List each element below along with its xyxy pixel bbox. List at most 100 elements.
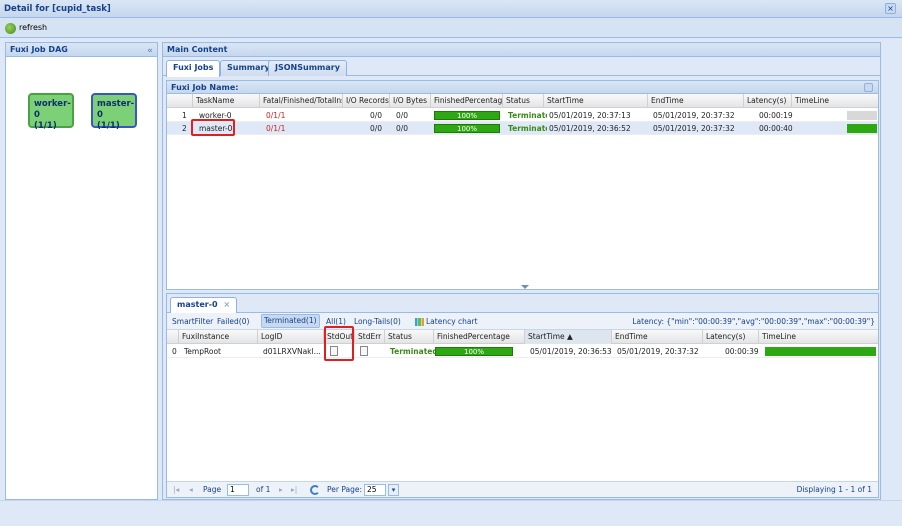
end-time: 05/01/2019, 20:37:32	[653, 111, 735, 120]
tab-json-summary[interactable]: JSONSummary	[268, 60, 347, 76]
table-row[interactable]: 1 worker-0 0/1/1 0/0 0/0 100% Terminated…	[167, 109, 878, 122]
close-icon[interactable]: ×	[885, 3, 896, 14]
stderr-doc-icon[interactable]	[360, 346, 368, 356]
dag-node-master-0[interactable]: master-0 (1/1)	[91, 93, 137, 131]
row-number: 0	[172, 347, 177, 356]
detail-tabbar: master-0 ×	[167, 294, 878, 314]
timeline-bar	[765, 347, 876, 356]
toolbar	[0, 18, 902, 38]
latency-chart-button[interactable]: Latency chart	[426, 313, 478, 330]
io-records: 0/0	[370, 124, 383, 133]
latency: 00:00:39	[725, 347, 759, 356]
close-tab-icon[interactable]: ×	[223, 300, 230, 309]
col-finished-percentage[interactable]: FinishedPercentage	[434, 330, 525, 344]
row-number-header	[167, 94, 193, 108]
window-title: Detail for [cupid_task]	[4, 4, 111, 14]
col-fuxi-instance[interactable]: FuxiInstance	[179, 330, 258, 344]
status-text: Terminated	[390, 347, 435, 356]
per-page-label: Per Page:	[327, 485, 363, 494]
long-tails-filter-button[interactable]: Long-Tails(0)	[354, 313, 401, 330]
col-endtime[interactable]: EndTime	[612, 330, 703, 344]
progress-bar: 100%	[434, 124, 500, 133]
instance-grid-header: FuxiInstance LogID StdOut StdErr Status …	[167, 330, 878, 344]
dag-node-name: master-0	[97, 99, 135, 120]
first-page-icon[interactable]: |◂	[173, 484, 179, 496]
col-finished-percentage[interactable]: FinishedPercentage	[431, 94, 503, 108]
log-id[interactable]: d01LRXVNakl...	[260, 345, 322, 358]
main-content-panel: Main Content Fuxi Jobs Summary JSONSumma…	[162, 42, 881, 500]
timeline-bar	[847, 111, 877, 120]
status-text: Terminated	[508, 124, 547, 133]
col-logid[interactable]: LogID	[258, 330, 324, 344]
progress-bar: 100%	[435, 347, 513, 356]
grid-header: TaskName Fatal/Finished/TotalInstCount I…	[167, 94, 878, 108]
page-number-input[interactable]: 1	[227, 484, 249, 496]
last-page-icon[interactable]: ▸|	[291, 484, 297, 496]
col-stderr[interactable]: StdErr	[355, 330, 385, 344]
start-time: 05/01/2019, 20:37:13	[549, 111, 631, 120]
grid-title-text: Fuxi Job Name:	[171, 83, 239, 92]
end-time: 05/01/2019, 20:37:32	[617, 347, 699, 356]
row-number: 2	[182, 124, 187, 133]
table-row[interactable]: 2 master-0 0/1/1 0/0 0/0 100% Terminated…	[167, 122, 878, 135]
col-io-bytes[interactable]: I/O Bytes	[390, 94, 431, 108]
io-bytes: 0/0	[396, 124, 409, 133]
footer-strip	[0, 500, 902, 526]
per-page-select[interactable]: 25	[364, 484, 386, 496]
tab-label: master-0	[177, 300, 218, 309]
dag-node-worker-0[interactable]: worker-0 (1/1)	[28, 93, 74, 131]
col-fatal-finished-total[interactable]: Fatal/Finished/TotalInstCount	[260, 94, 343, 108]
dag-node-name: worker-0	[34, 99, 71, 120]
table-row[interactable]: 0 TempRoot d01LRXVNakl... Terminated 100…	[167, 345, 878, 358]
page-label: Page	[203, 485, 222, 494]
refresh-icon[interactable]	[5, 23, 16, 34]
col-taskname[interactable]: TaskName	[193, 94, 260, 108]
main-panel-title: Main Content	[163, 43, 880, 57]
grid-title: Fuxi Job Name:	[167, 81, 878, 94]
chevron-down-icon[interactable]: ▾	[388, 484, 399, 496]
status-text: Terminated	[508, 111, 547, 120]
tab-master-0[interactable]: master-0 ×	[170, 297, 238, 314]
io-bytes: 0/0	[396, 111, 409, 120]
highlight-box	[324, 326, 354, 361]
col-endtime[interactable]: EndTime	[648, 94, 744, 108]
latency: 00:00:19	[759, 111, 793, 120]
tab-fuxi-jobs[interactable]: Fuxi Jobs	[166, 60, 221, 77]
failed-filter-button[interactable]: Failed(0)	[217, 313, 249, 330]
dag-node-count: (1/1)	[34, 121, 57, 131]
col-latency[interactable]: Latency(s)	[703, 330, 759, 344]
right-edge	[881, 42, 902, 500]
splitter-handle[interactable]	[521, 285, 529, 289]
collapse-icon[interactable]: «	[147, 44, 153, 58]
dag-node-count: (1/1)	[97, 121, 120, 131]
terminated-filter-button[interactable]: Terminated(1)	[261, 314, 320, 328]
row-number: 1	[182, 111, 187, 120]
refresh-page-icon[interactable]	[310, 485, 320, 495]
col-timeline[interactable]: TimeLine	[759, 330, 878, 344]
col-starttime[interactable]: StartTime	[544, 94, 648, 108]
col-latency[interactable]: Latency(s)	[744, 94, 792, 108]
col-timeline[interactable]: TimeLine	[792, 94, 878, 108]
dag-panel: Fuxi Job DAG « worker-0 (1/1) master-0 (…	[5, 42, 158, 500]
highlight-box	[191, 119, 235, 136]
page-of-label: of 1	[256, 485, 271, 494]
filter-toolbar: SmartFilter Failed(0) Terminated(1) All(…	[167, 313, 878, 330]
end-time: 05/01/2019, 20:37:32	[653, 124, 735, 133]
window-title-bar: Detail for [cupid_task]	[0, 0, 902, 18]
start-time: 05/01/2019, 20:36:52	[549, 124, 631, 133]
col-starttime[interactable]: StartTime ▲	[525, 330, 612, 344]
smartfilter-button[interactable]: SmartFilter	[172, 313, 213, 330]
inst-count: 0/1/1	[266, 111, 286, 120]
col-status[interactable]: Status	[385, 330, 434, 344]
latency-summary: Latency: {"min":"00:00:39","avg":"00:00:…	[632, 317, 875, 326]
next-page-icon[interactable]: ▸	[279, 484, 283, 496]
prev-page-icon[interactable]: ◂	[189, 484, 193, 496]
col-status[interactable]: Status	[503, 94, 544, 108]
refresh-button[interactable]: refresh	[19, 23, 47, 32]
col-io-records[interactable]: I/O Records	[343, 94, 390, 108]
timeline-bar	[847, 124, 877, 133]
latency: 00:00:40	[759, 124, 793, 133]
row-number-header	[167, 330, 179, 344]
main-title-text: Main Content	[167, 45, 228, 54]
collapse-up-icon[interactable]	[864, 83, 873, 92]
